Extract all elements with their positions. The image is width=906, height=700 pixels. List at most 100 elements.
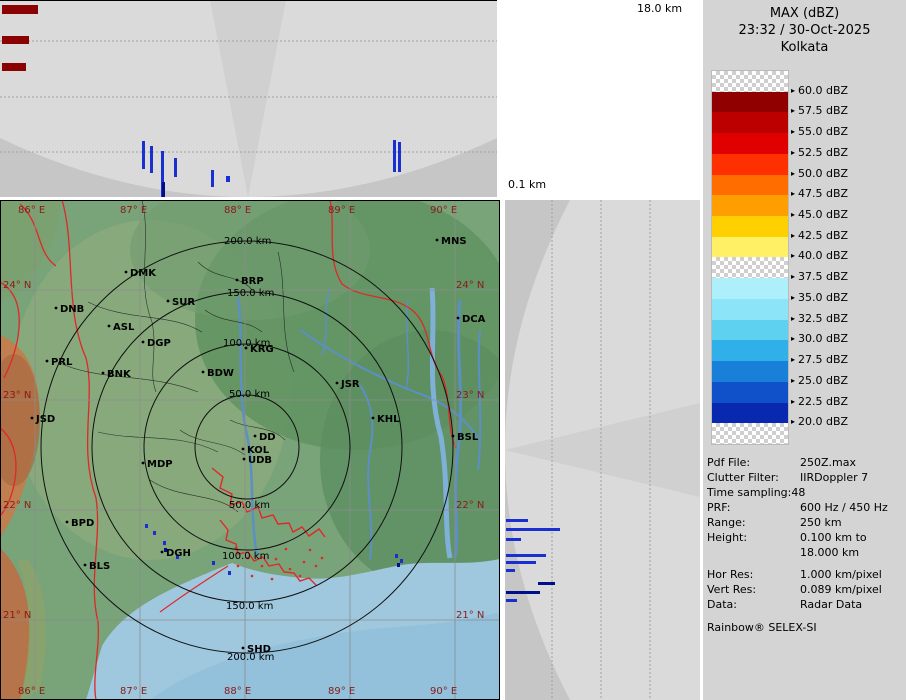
- scale-segment: [712, 154, 788, 175]
- tick-arrow-icon: ▸: [791, 249, 795, 263]
- station-dot: [84, 564, 87, 567]
- cross-section-top-panel: [0, 0, 497, 198]
- scale-segment: [712, 112, 788, 133]
- tick-arrow-icon: ▸: [791, 332, 795, 346]
- range-ring-label: 100.0 km: [222, 551, 269, 562]
- radar-station-name: Kolkata: [703, 39, 906, 56]
- tick-arrow-icon: ▸: [791, 104, 795, 118]
- info-panel: MAX (dBZ) 23:32 / 30-Oct-2025 Kolkata ▸6…: [703, 0, 906, 700]
- tick-arrow-icon: ▸: [791, 270, 795, 284]
- station-dot: [46, 360, 49, 363]
- station-dot: [372, 417, 375, 420]
- lon-label: 86° E: [18, 205, 45, 216]
- metadata-row: Range:250 km: [703, 516, 906, 531]
- station-dot: [66, 521, 69, 524]
- station-label: BPD: [71, 518, 94, 529]
- scale-segment: [712, 71, 788, 92]
- station-label: KRG: [250, 344, 274, 355]
- station-dot: [457, 317, 460, 320]
- product-title: MAX (dBZ): [703, 5, 906, 22]
- metadata-label: Data:: [707, 598, 737, 611]
- scale-tick-label: ▸35.0 dBZ: [791, 291, 848, 306]
- tick-arrow-icon: ▸: [791, 395, 795, 409]
- station-dot: [336, 382, 339, 385]
- metadata-value: 250Z.max: [800, 456, 856, 469]
- metadata-value: 0.100 km to: [800, 531, 867, 544]
- station-dot: [236, 279, 239, 282]
- station-label: BNK: [107, 369, 132, 380]
- scale-segment: [712, 299, 788, 320]
- scale-segment: [712, 340, 788, 361]
- metadata-row: Hor Res:1.000 km/pixel: [703, 568, 906, 583]
- scale-segment: [712, 195, 788, 216]
- station-label: BDW: [207, 368, 234, 379]
- radar-application-window: 86° E86° E87° E87° E88° E88° E89° E89° E…: [0, 0, 906, 700]
- station-dot: [125, 271, 128, 274]
- height-axis-max-label: 18.0 km: [637, 2, 682, 15]
- metadata-row: Vert Res:0.089 km/pixel: [703, 583, 906, 598]
- lon-label: 90° E: [430, 686, 457, 697]
- tick-arrow-icon: ▸: [791, 353, 795, 367]
- station-dot: [167, 300, 170, 303]
- station-label: BRP: [241, 276, 264, 287]
- scale-segment: [712, 237, 788, 258]
- station-dot: [452, 435, 455, 438]
- lat-label: 23° N: [3, 390, 31, 401]
- metadata-value: 1.000 km/pixel: [800, 568, 882, 581]
- tick-arrow-icon: ▸: [791, 229, 795, 243]
- range-ring-label: 150.0 km: [227, 288, 274, 299]
- scale-tick-label: ▸32.5 dBZ: [791, 312, 848, 327]
- tick-arrow-icon: ▸: [791, 187, 795, 201]
- lat-label: 24° N: [456, 280, 484, 291]
- height-axis-min-label: 0.1 km: [508, 178, 546, 191]
- range-ring-label: 150.0 km: [226, 601, 273, 612]
- station-label: PRL: [51, 357, 73, 368]
- metadata-value: Radar Data: [800, 598, 862, 611]
- lon-label: 87° E: [120, 205, 147, 216]
- station-label: SUR: [172, 297, 195, 308]
- range-ring-label: 50.0 km: [229, 389, 270, 400]
- metadata-row: Data: Radar Data: [703, 598, 906, 613]
- lon-label: 89° E: [328, 205, 355, 216]
- metadata-value: 18.000 km: [800, 546, 859, 559]
- station-label: DNB: [60, 304, 84, 315]
- scale-tick-label: ▸20.0 dBZ: [791, 415, 848, 430]
- station-label: JSR: [340, 379, 360, 390]
- metadata-row: 18.000 km: [703, 546, 906, 561]
- metadata-label: Pdf File:: [707, 456, 750, 469]
- scale-tick-label: ▸25.0 dBZ: [791, 374, 848, 389]
- tick-arrow-icon: ▸: [791, 291, 795, 305]
- tick-arrow-icon: ▸: [791, 374, 795, 388]
- scale-segment: [712, 257, 788, 278]
- station-label: ASL: [113, 322, 135, 333]
- metadata-value: 600 Hz / 450 Hz: [800, 501, 888, 514]
- scale-segment: [712, 320, 788, 341]
- scale-tick-label: ▸47.5 dBZ: [791, 187, 848, 202]
- station-label: BSL: [457, 432, 479, 443]
- color-scale: [711, 70, 789, 445]
- station-label: DD: [259, 432, 276, 443]
- scale-segment: [712, 216, 788, 237]
- station-label: DCA: [462, 314, 486, 325]
- station-label: MDP: [147, 459, 173, 470]
- station-dot: [108, 325, 111, 328]
- scale-tick-label: ▸55.0 dBZ: [791, 125, 848, 140]
- lon-label: 88° E: [224, 686, 251, 697]
- scale-segment: [712, 175, 788, 196]
- lat-label: 23° N: [456, 390, 484, 401]
- scale-segment: [712, 423, 788, 444]
- lat-label: 21° N: [3, 610, 31, 621]
- range-ring-label: 50.0 km: [229, 500, 270, 511]
- scale-tick-label: ▸27.5 dBZ: [791, 353, 848, 368]
- metadata-row: Time sampling:48: [703, 486, 906, 501]
- scale-segment: [712, 278, 788, 299]
- software-credit: Rainbow® SELEX-SI: [707, 621, 817, 634]
- station-label: MNS: [441, 236, 467, 247]
- lon-label: 89° E: [328, 686, 355, 697]
- scale-tick-label: ▸22.5 dBZ: [791, 395, 848, 410]
- lon-label: 87° E: [120, 686, 147, 697]
- station-dot: [242, 448, 245, 451]
- metadata-row: PRF:600 Hz / 450 Hz: [703, 501, 906, 516]
- lat-label: 21° N: [456, 610, 484, 621]
- scale-tick-label: ▸57.5 dBZ: [791, 104, 848, 119]
